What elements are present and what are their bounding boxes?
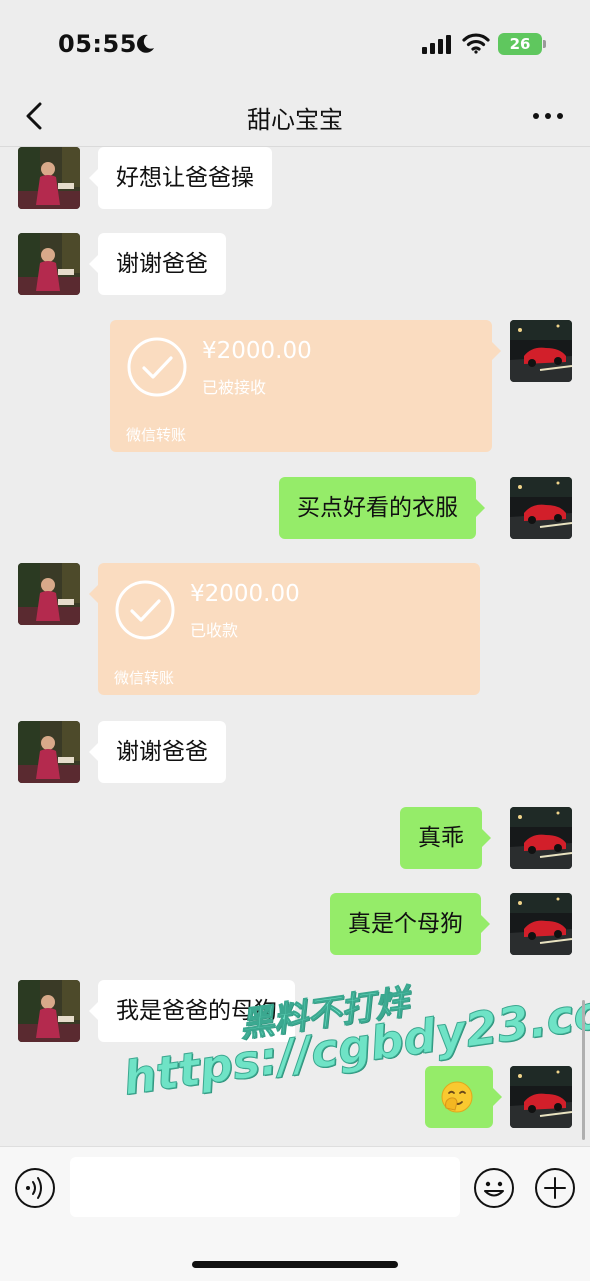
- my-avatar[interactable]: [510, 320, 572, 382]
- transfer-status: 已收款: [190, 621, 239, 640]
- status-time: 05:55: [58, 30, 137, 58]
- home-indicator[interactable]: [192, 1261, 398, 1268]
- my-avatar[interactable]: [510, 893, 572, 955]
- status-bar: 05:55 26: [0, 0, 590, 90]
- check-circle-icon: [114, 579, 176, 641]
- contact-avatar[interactable]: [18, 980, 80, 1042]
- message-bubble-sent[interactable]: 真乖: [400, 807, 491, 869]
- voice-icon[interactable]: [14, 1167, 56, 1209]
- message-bubble-sent[interactable]: 真是个母狗: [330, 893, 490, 955]
- transfer-amount: ¥2000.00: [202, 338, 312, 364]
- transfer-label: 微信转账: [114, 669, 175, 687]
- contact-avatar[interactable]: [18, 721, 80, 783]
- moon-icon: [137, 34, 154, 53]
- shushing-face-emoji-icon: [441, 1081, 473, 1113]
- plus-icon[interactable]: [534, 1167, 576, 1209]
- chat-title: 甜心宝宝: [247, 106, 343, 134]
- contact-avatar[interactable]: [18, 563, 80, 625]
- check-circle-icon: [126, 336, 188, 398]
- battery-nub: [543, 40, 546, 48]
- contact-avatar[interactable]: [18, 233, 80, 295]
- scrollbar[interactable]: [582, 1000, 585, 1140]
- transfer-amount: ¥2000.00: [190, 581, 300, 607]
- message-input[interactable]: [70, 1157, 460, 1217]
- more-dots-icon[interactable]: [532, 110, 564, 122]
- smiley-icon[interactable]: [473, 1167, 515, 1209]
- wifi-icon: [462, 33, 490, 54]
- message-bubble-received[interactable]: 谢谢爸爸: [89, 721, 226, 783]
- chat-header: 甜心宝宝: [0, 90, 590, 147]
- battery-indicator: 26: [498, 33, 542, 55]
- cellular-signal-icon: [422, 35, 451, 54]
- transfer-card-received[interactable]: ¥2000.00 已收款 微信转账: [89, 563, 480, 695]
- my-avatar[interactable]: [510, 807, 572, 869]
- contact-avatar[interactable]: [18, 147, 80, 209]
- transfer-card-sent[interactable]: ¥2000.00 已被接收 微信转账: [110, 320, 501, 452]
- transfer-status: 已被接收: [202, 378, 267, 397]
- message-bubble-received[interactable]: 谢谢爸爸: [89, 233, 226, 295]
- input-bar: [0, 1146, 590, 1281]
- my-avatar[interactable]: [510, 1066, 572, 1128]
- message-bubble-received[interactable]: 好想让爸爸操: [89, 147, 272, 209]
- message-bubble-sent[interactable]: 买点好看的衣服: [279, 477, 485, 539]
- transfer-label: 微信转账: [126, 426, 187, 444]
- my-avatar[interactable]: [510, 477, 572, 539]
